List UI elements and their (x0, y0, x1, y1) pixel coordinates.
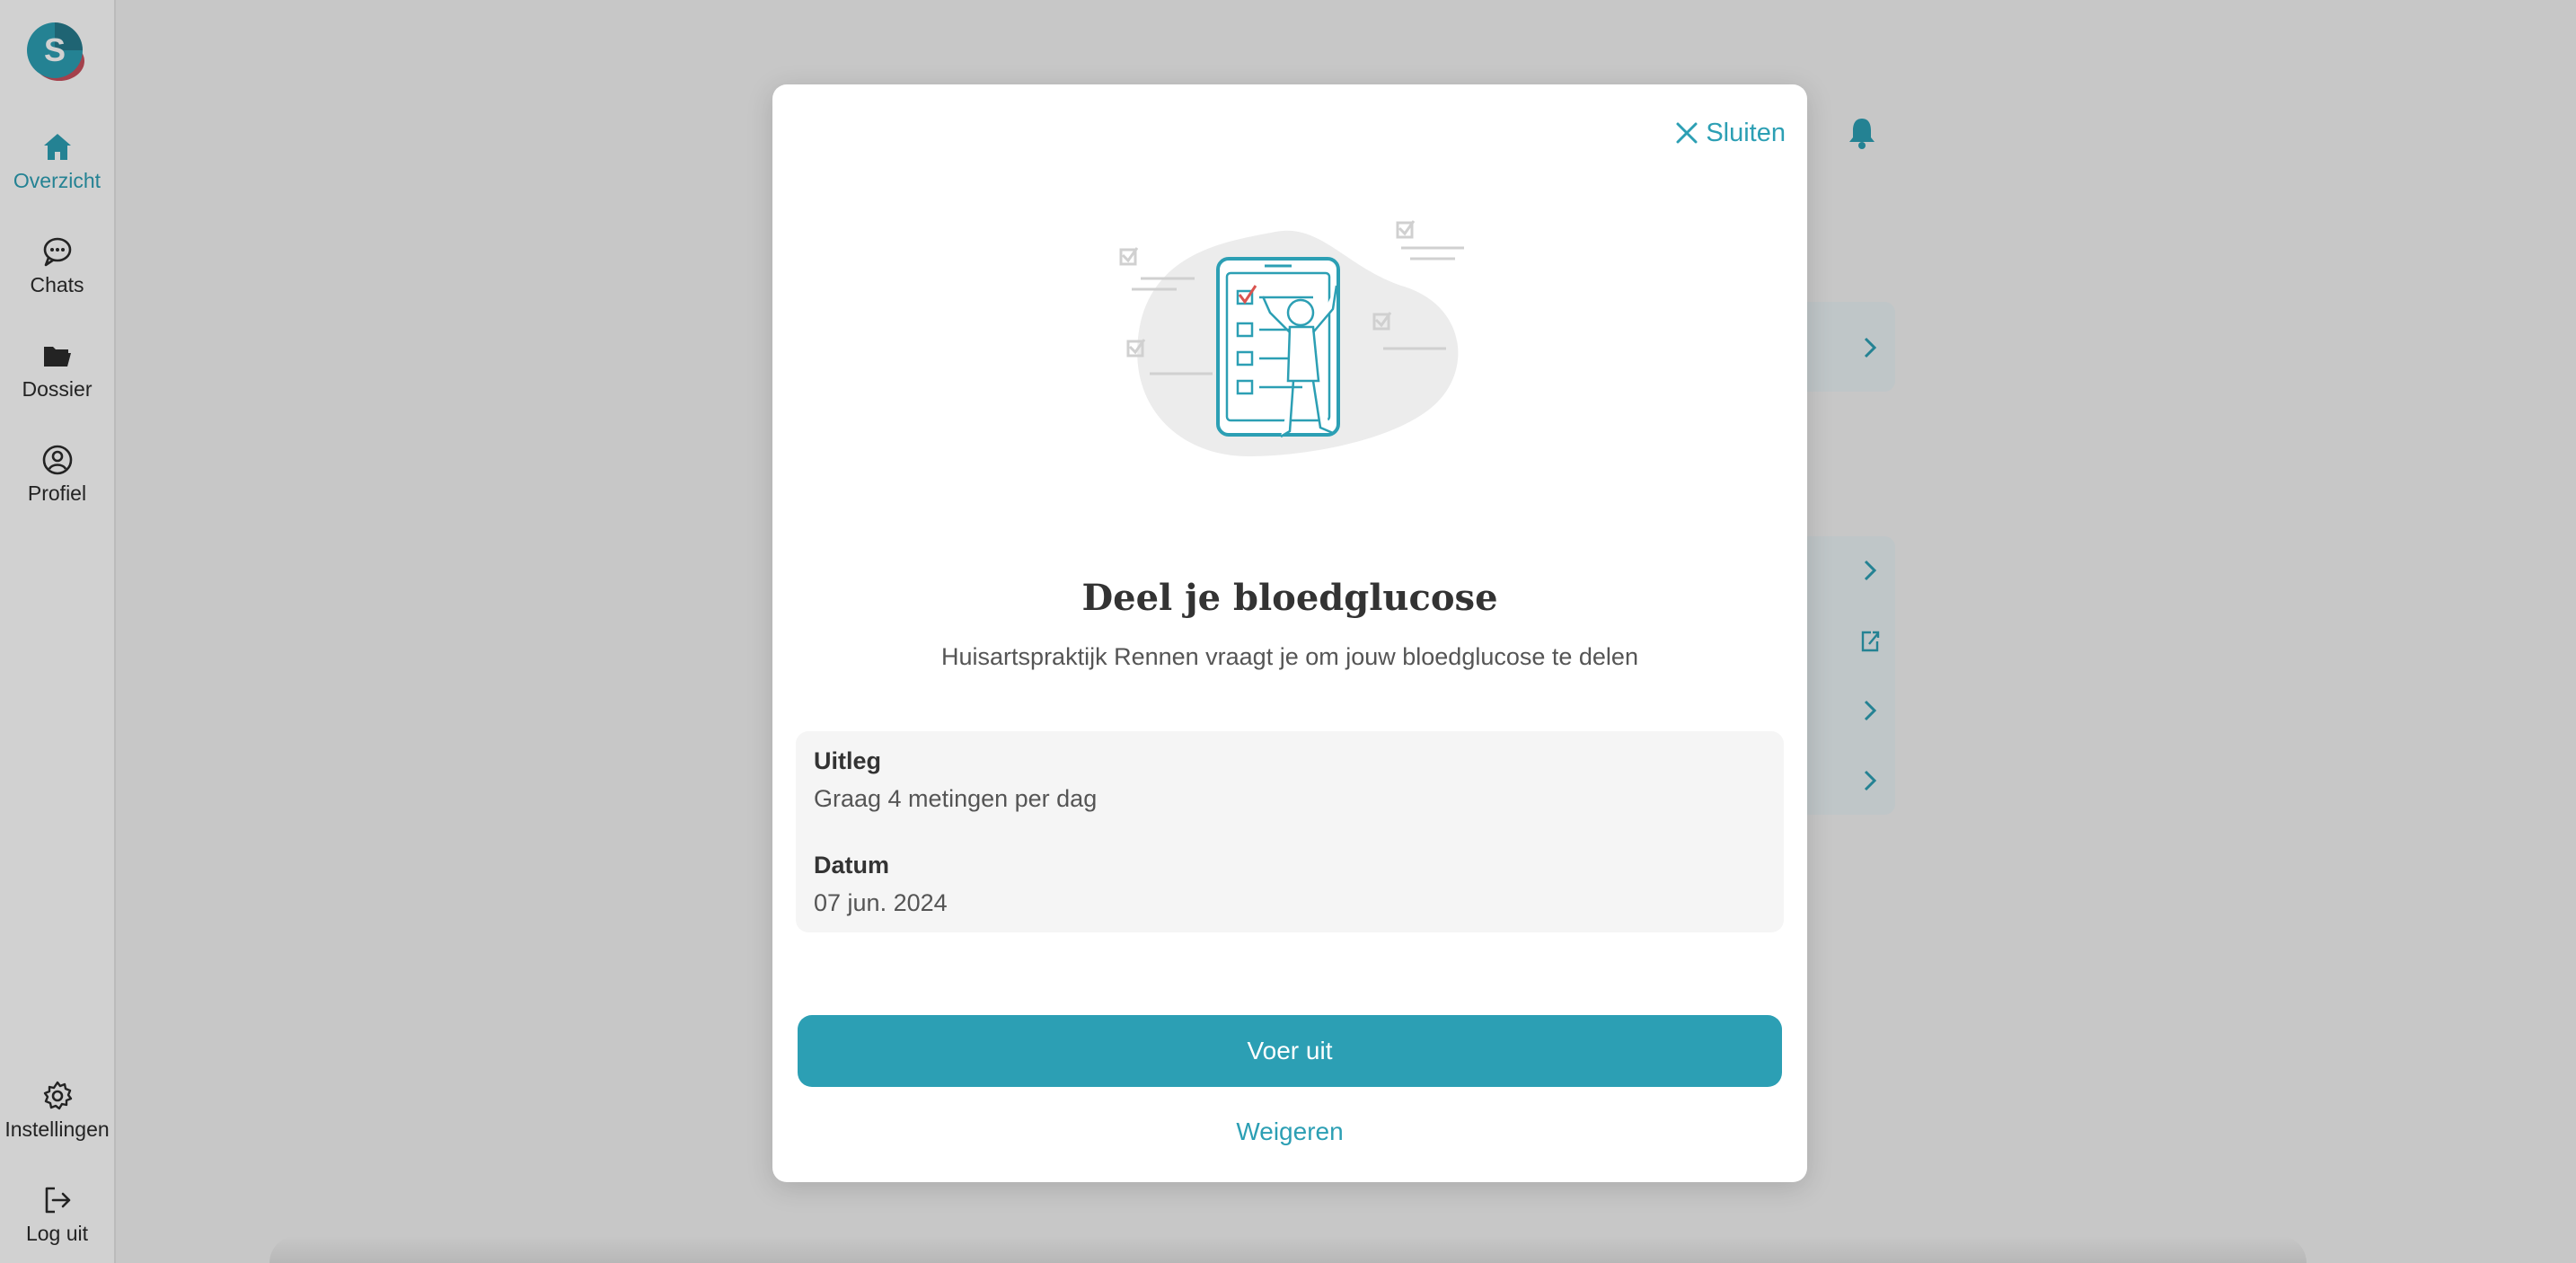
request-modal: Sluiten Deel je bloedglucose Huisartspra… (772, 84, 1807, 1182)
modal-subtitle: Huisartspraktijk Rennen vraagt je om jou… (941, 643, 1638, 670)
datum-value: 07 jun. 2024 (814, 889, 948, 916)
checklist-illustration (1119, 220, 1464, 456)
details-box: Uitleg Graag 4 metingen per dag Datum 07… (796, 731, 1784, 932)
decline-button[interactable]: Weigeren (772, 1117, 1807, 1146)
close-icon (1676, 122, 1698, 144)
datum-label: Datum (814, 852, 890, 879)
uitleg-value: Graag 4 metingen per dag (814, 785, 1098, 812)
close-label: Sluiten (1706, 118, 1786, 147)
close-button[interactable]: Sluiten (1675, 115, 1786, 151)
execute-button[interactable]: Voer uit (798, 1015, 1782, 1087)
uitleg-label: Uitleg (814, 747, 882, 774)
modal-title: Deel je bloedglucose (1081, 577, 1498, 619)
